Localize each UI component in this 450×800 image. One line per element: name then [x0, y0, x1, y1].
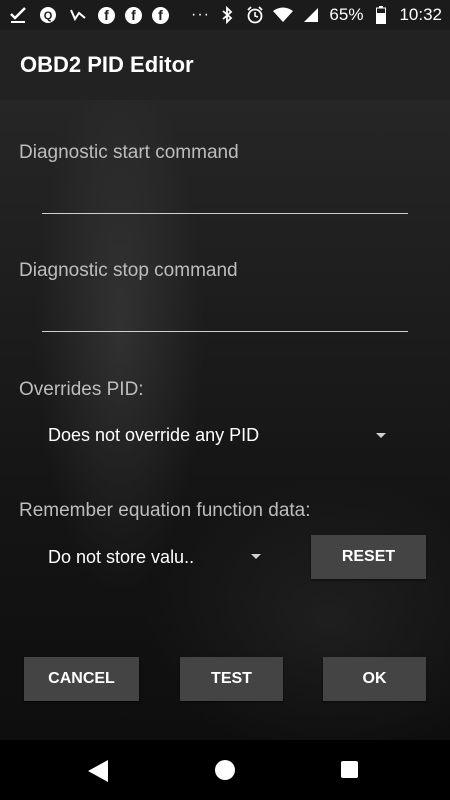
remember-equation-dropdown[interactable]: Do not store valu.. [48, 544, 273, 570]
dropdown-arrow-icon [376, 433, 386, 438]
ok-button[interactable]: OK [323, 657, 426, 701]
system-icons: 65% 10:32 [217, 5, 442, 25]
start-command-underline [42, 213, 408, 214]
overrides-pid-label: Overrides PID: [19, 379, 144, 400]
download-done-icon [8, 5, 28, 25]
facebook-icon: f [98, 6, 115, 24]
back-icon[interactable] [88, 760, 108, 782]
facebook-icon: f [152, 6, 169, 24]
dropdown-arrow-icon [251, 554, 261, 559]
overrides-pid-value: Does not override any PID [48, 424, 260, 445]
start-command-label: Diagnostic start command [19, 142, 239, 163]
remember-equation-label: Remember equation function data: [19, 500, 311, 521]
test-button[interactable]: TEST [180, 657, 283, 701]
status-time: 10:32 [399, 5, 442, 24]
more-notifications-icon: ··· [191, 6, 210, 23]
status-bar: Q f f f ··· 65% 10:32 [0, 0, 450, 30]
home-icon[interactable] [215, 760, 235, 780]
cancel-button[interactable]: CANCEL [24, 657, 139, 701]
chat-app-icon: Q [38, 5, 58, 25]
pid-editor-form: Diagnostic start command Diagnostic stop… [0, 100, 450, 740]
start-command-input[interactable] [42, 178, 408, 212]
stop-command-input[interactable] [42, 296, 408, 330]
overrides-pid-dropdown[interactable]: Does not override any PID [48, 422, 398, 448]
navigation-bar [0, 740, 450, 800]
battery-percent: 65% [329, 5, 364, 24]
page-title: OBD2 PID Editor [20, 52, 194, 77]
remember-equation-value: Do not store valu.. [48, 546, 195, 567]
bluetooth-icon [217, 5, 237, 25]
alarm-icon [245, 5, 265, 25]
stop-command-label: Diagnostic stop command [19, 260, 238, 281]
stop-command-underline [42, 331, 408, 332]
wifi-icon [273, 5, 294, 25]
svg-text:Q: Q [44, 10, 53, 22]
battery-icon [371, 5, 391, 25]
signal-icon [301, 5, 321, 25]
app-bar: OBD2 PID Editor [0, 30, 450, 100]
reset-button[interactable]: RESET [311, 535, 426, 579]
recent-apps-icon[interactable] [341, 761, 358, 778]
trend-app-icon [68, 5, 88, 25]
facebook-icon: f [125, 6, 142, 24]
notification-icons: Q f f f ··· [8, 5, 210, 25]
